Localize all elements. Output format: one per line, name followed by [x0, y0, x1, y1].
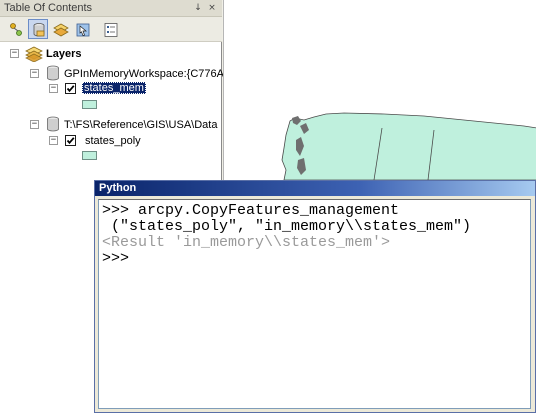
database-icon	[47, 116, 59, 132]
console-command-line-1: >>> arcpy.CopyFeatures_management	[102, 202, 400, 219]
layer-1-collapse-toggle[interactable]: −	[49, 84, 58, 93]
toc-titlebar[interactable]: Table Of Contents ↓ ×	[0, 0, 222, 17]
workspace-1-label[interactable]: GPInMemoryWorkspace:{C776A	[64, 68, 224, 80]
list-by-drawing-order-button[interactable]	[6, 19, 26, 39]
list-by-drawing-order-icon	[10, 23, 22, 36]
workspace-2-label[interactable]: T:\FS\Reference\GIS\USA\Data	[64, 119, 217, 131]
list-by-source-button[interactable]	[28, 19, 48, 39]
layer-1-symbol-swatch[interactable]	[82, 100, 97, 109]
layer-2-visibility-checkbox[interactable]	[65, 135, 76, 146]
python-console[interactable]: >>> arcpy.CopyFeatures_management ("stat…	[98, 199, 531, 409]
layers-root-label[interactable]: Layers	[46, 48, 81, 60]
layer-2-label[interactable]: states_poly	[85, 135, 141, 147]
checkmark-icon	[66, 137, 75, 145]
toc-title: Table Of Contents	[4, 2, 93, 14]
list-by-visibility-icon	[53, 23, 69, 37]
layers-collapse-toggle[interactable]: −	[10, 49, 19, 58]
layer-1-label[interactable]: states_mem	[82, 82, 146, 94]
list-by-selection-icon	[76, 23, 90, 37]
options-button[interactable]	[100, 19, 120, 39]
python-window: Python >>> arcpy.CopyFeatures_management…	[94, 180, 536, 413]
console-result-line: <Result 'in_memory\\states_mem'>	[102, 234, 391, 251]
layer-2-collapse-toggle[interactable]: −	[49, 136, 58, 145]
python-titlebar[interactable]: Python	[95, 181, 535, 196]
layers-icon	[25, 46, 43, 62]
database-icon	[47, 65, 59, 81]
layer-1-visibility-checkbox[interactable]	[65, 83, 76, 94]
python-title: Python	[99, 182, 137, 194]
workspace-1-collapse-toggle[interactable]: −	[30, 69, 39, 78]
toc-toolbar	[0, 17, 222, 42]
console-command-line-2: ("states_poly", "in_memory\\states_mem")	[102, 218, 472, 235]
state-polygon-washington[interactable]	[281, 112, 536, 181]
list-by-visibility-button[interactable]	[50, 19, 70, 39]
close-icon[interactable]: ×	[206, 2, 218, 14]
list-by-source-icon	[33, 23, 45, 37]
console-prompt-line[interactable]: >>>	[102, 251, 530, 267]
list-by-selection-button[interactable]	[72, 19, 92, 39]
pin-icon[interactable]: ↓	[192, 2, 204, 14]
options-icon	[104, 23, 118, 37]
layer-2-symbol-swatch[interactable]	[82, 151, 97, 160]
checkmark-icon	[66, 85, 75, 93]
workspace-2-collapse-toggle[interactable]: −	[30, 120, 39, 129]
